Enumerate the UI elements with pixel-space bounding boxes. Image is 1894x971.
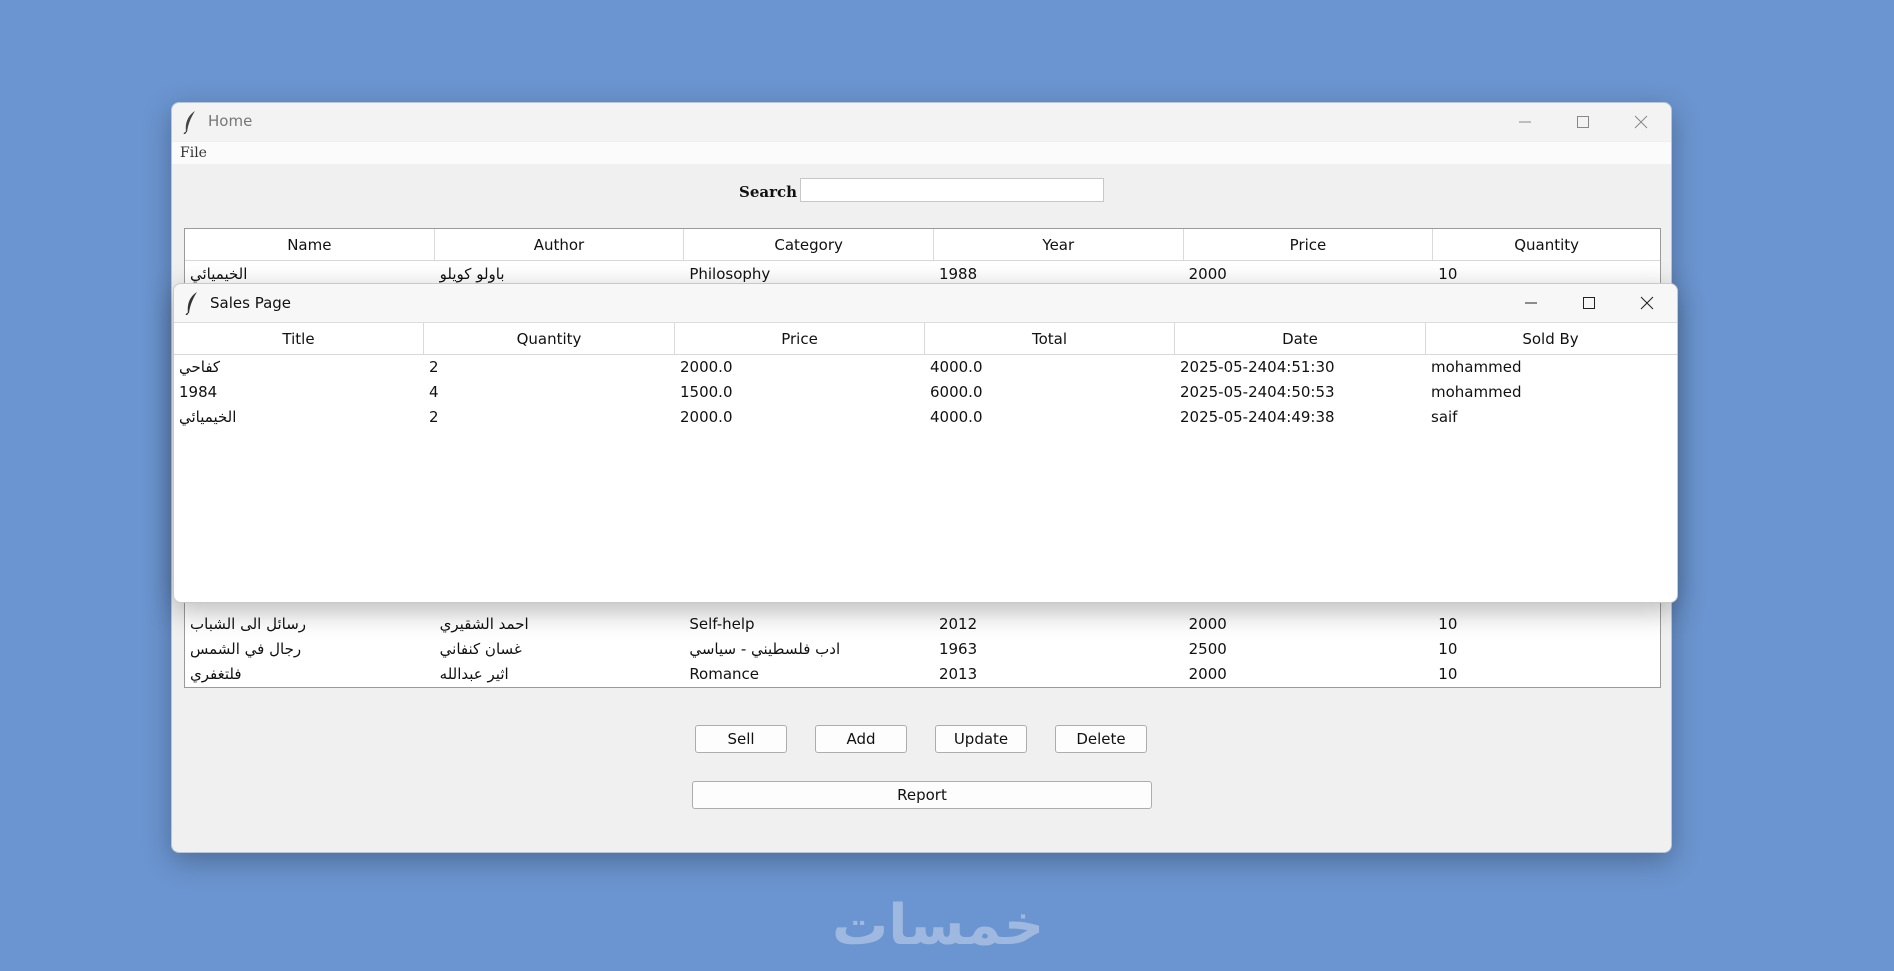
cell-price: 2000 — [1188, 614, 1227, 633]
cell-quantity: 10 — [1438, 664, 1458, 683]
cell-year: 1988 — [938, 264, 978, 283]
cell-quantity: 10 — [1438, 264, 1458, 283]
cell-title: كفاحي — [179, 357, 221, 376]
cell-year: 2012 — [938, 614, 978, 633]
cell-category: Philosophy — [689, 264, 771, 283]
cell-name: رجال في الشمس — [190, 639, 302, 658]
column-header-quantity[interactable]: Quantity — [424, 323, 675, 354]
column-header-total[interactable]: Total — [925, 323, 1175, 354]
cell-category: Romance — [689, 664, 760, 683]
sales-table-header: Title Quantity Price Total Date Sold By — [174, 323, 1677, 355]
maximize-button[interactable] — [1554, 103, 1612, 141]
home-titlebar[interactable]: Home — [172, 103, 1671, 141]
cell-price: 2000.0 — [680, 357, 733, 376]
cell-quantity: 2 — [429, 357, 439, 376]
table-row[interactable]: فلتغفري اثير عبدالله Romance 2013 2000 1… — [185, 661, 1660, 686]
table-row[interactable]: رجال في الشمس غسان كنفاني ادب فلسطيني - … — [185, 636, 1660, 661]
minimize-button[interactable] — [1496, 103, 1554, 141]
sales-titlebar[interactable]: Sales Page — [174, 284, 1677, 323]
watermark-logo: خمسات — [832, 893, 1045, 958]
column-header-price[interactable]: Price — [1184, 229, 1434, 260]
feather-icon — [185, 292, 197, 315]
cell-author: غسان كنفاني — [439, 639, 522, 658]
close-icon — [1634, 115, 1648, 129]
column-header-quantity[interactable]: Quantity — [1433, 229, 1660, 260]
cell-category: ادب فلسطيني - سياسي — [689, 639, 841, 658]
cell-title: الخيميائي — [179, 407, 237, 426]
add-button[interactable]: Add — [815, 725, 907, 753]
cell-total: 4000.0 — [930, 357, 983, 376]
sales-table: Title Quantity Price Total Date Sold By … — [174, 323, 1677, 602]
close-button[interactable] — [1612, 103, 1670, 141]
table-row[interactable]: كفاحي 2 2000.0 4000.0 2025-05-2404:51:30… — [174, 354, 1677, 379]
books-table-header: Name Author Category Year Price Quantity — [185, 229, 1660, 261]
cell-author: اثير عبدالله — [439, 664, 509, 683]
cell-date: 2025-05-2404:49:38 — [1180, 407, 1335, 426]
cell-sold-by: saif — [1431, 407, 1458, 426]
report-button[interactable]: Report — [692, 781, 1152, 809]
column-header-date[interactable]: Date — [1175, 323, 1426, 354]
cell-sold-by: mohammed — [1431, 357, 1522, 376]
column-header-year[interactable]: Year — [934, 229, 1184, 260]
cell-price: 2000 — [1188, 664, 1227, 683]
cell-quantity: 2 — [429, 407, 439, 426]
cell-price: 2500 — [1188, 639, 1227, 658]
cell-name: فلتغفري — [190, 664, 242, 683]
menu-file[interactable]: File — [180, 145, 207, 161]
cell-sold-by: mohammed — [1431, 382, 1522, 401]
cell-year: 2013 — [938, 664, 978, 683]
cell-price: 2000 — [1188, 264, 1227, 283]
home-window-title: Home — [208, 112, 253, 130]
cell-price: 1500.0 — [680, 382, 733, 401]
cell-name: رسائل الى الشباب — [190, 614, 307, 633]
minimize-icon — [1519, 121, 1531, 123]
sales-window-title: Sales Page — [210, 294, 292, 312]
maximize-button[interactable] — [1560, 284, 1618, 322]
column-header-price[interactable]: Price — [675, 323, 925, 354]
cell-quantity: 4 — [429, 382, 439, 401]
cell-author: احمد الشقيري — [439, 614, 529, 633]
feather-icon — [183, 111, 195, 134]
sales-window: Sales Page Title Quantity Price Total Da… — [173, 283, 1678, 603]
cell-total: 4000.0 — [930, 407, 983, 426]
close-icon — [1640, 296, 1654, 310]
column-header-name[interactable]: Name — [185, 229, 435, 260]
minimize-icon — [1525, 302, 1537, 304]
cell-author: باولو كويلو — [439, 264, 505, 283]
search-label: Search — [739, 183, 798, 201]
cell-date: 2025-05-2404:51:30 — [1180, 357, 1335, 376]
cell-price: 2000.0 — [680, 407, 733, 426]
cell-quantity: 10 — [1438, 639, 1458, 658]
close-button[interactable] — [1618, 284, 1676, 322]
cell-quantity: 10 — [1438, 614, 1458, 633]
cell-total: 6000.0 — [930, 382, 983, 401]
sell-button[interactable]: Sell — [695, 725, 787, 753]
column-header-author[interactable]: Author — [435, 229, 685, 260]
cell-date: 2025-05-2404:50:53 — [1180, 382, 1335, 401]
column-header-category[interactable]: Category — [684, 229, 934, 260]
search-input[interactable] — [800, 178, 1104, 202]
minimize-button[interactable] — [1502, 284, 1560, 322]
cell-category: Self-help — [689, 614, 755, 633]
cell-title: 1984 — [179, 382, 218, 401]
maximize-icon — [1577, 116, 1589, 128]
column-header-title[interactable]: Title — [174, 323, 424, 354]
cell-name: الخيميائي — [190, 264, 248, 283]
update-button[interactable]: Update — [935, 725, 1027, 753]
table-row[interactable]: رسائل الى الشباب احمد الشقيري Self-help … — [185, 611, 1660, 636]
table-row[interactable]: 1984 4 1500.0 6000.0 2025-05-2404:50:53 … — [174, 379, 1677, 404]
delete-button[interactable]: Delete — [1055, 725, 1147, 753]
cell-year: 1963 — [938, 639, 978, 658]
menubar: File — [172, 142, 1671, 164]
column-header-sold-by[interactable]: Sold By — [1426, 323, 1675, 354]
maximize-icon — [1583, 297, 1595, 309]
table-row[interactable]: الخيميائي 2 2000.0 4000.0 2025-05-2404:4… — [174, 404, 1677, 429]
